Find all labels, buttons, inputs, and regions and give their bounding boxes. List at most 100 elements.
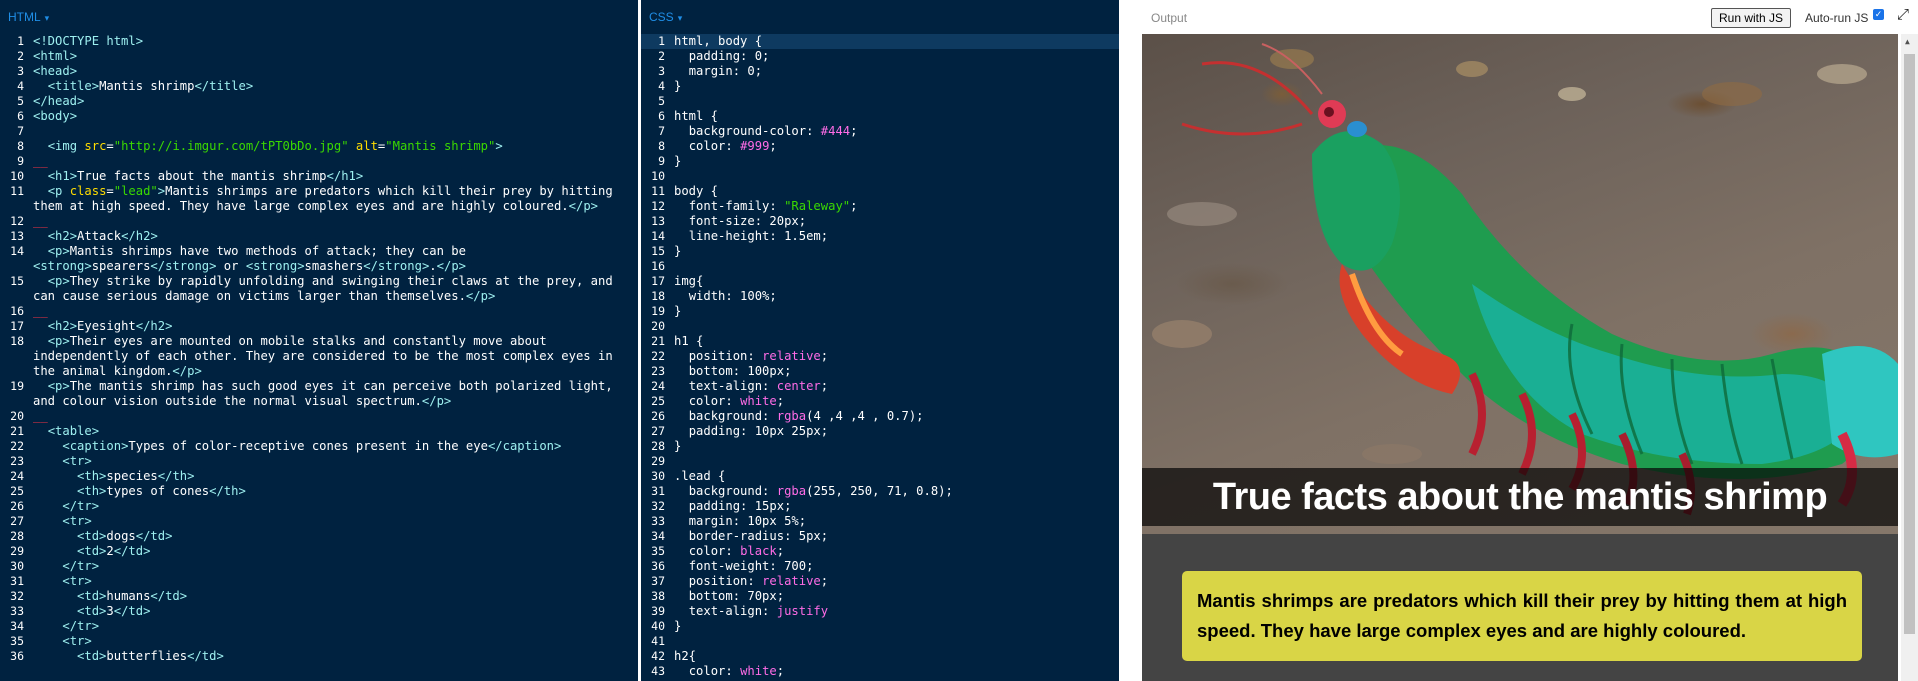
code-text[interactable]: <p>They strike by rapidly unfolding and … <box>24 274 638 304</box>
code-text[interactable]: <p class="lead">Mantis shrimps are preda… <box>24 184 638 214</box>
code-text[interactable]: <body> <box>24 109 638 124</box>
code-text[interactable]: position: relative; <box>665 349 1119 364</box>
code-text[interactable]: h1 { <box>665 334 1119 349</box>
code-line[interactable]: 27 padding: 10px 25px; <box>641 424 1119 439</box>
code-line[interactable]: 17 <h2>Eyesight</h2> <box>0 319 638 334</box>
code-text[interactable]: h2{ <box>665 649 1119 664</box>
code-line[interactable]: 33 <td>3</td> <box>0 604 638 619</box>
code-text[interactable]: </head> <box>24 94 638 109</box>
code-line[interactable]: 23 bottom: 100px; <box>641 364 1119 379</box>
code-text[interactable]: <html> <box>24 49 638 64</box>
code-line[interactable]: 29 <box>641 454 1119 469</box>
code-line[interactable]: 24 <th>species</th> <box>0 469 638 484</box>
code-line[interactable]: 30 </tr> <box>0 559 638 574</box>
code-line[interactable]: 13 <h2>Attack</h2> <box>0 229 638 244</box>
code-line[interactable]: 19} <box>641 304 1119 319</box>
code-text[interactable]: <tr> <box>24 574 638 589</box>
code-line[interactable]: 42 h2{ <box>641 649 1119 664</box>
code-line[interactable]: 16 __ <box>0 304 638 319</box>
code-text[interactable]: color: white; <box>665 394 1119 409</box>
code-text[interactable]: padding: 0; <box>665 49 1119 64</box>
code-line[interactable]: 28 <td>dogs</td> <box>0 529 638 544</box>
code-line[interactable]: 2 <html> <box>0 49 638 64</box>
html-panel-header[interactable]: HTML ▾ <box>0 0 638 34</box>
code-text[interactable]: </tr> <box>24 559 638 574</box>
code-text[interactable]: <th>types of cones</th> <box>24 484 638 499</box>
code-line[interactable]: 9 __ <box>0 154 638 169</box>
code-text[interactable]: line-height: 1.5em; <box>665 229 1119 244</box>
code-text[interactable] <box>665 319 1119 334</box>
code-text[interactable]: <title>Mantis shrimp</title> <box>24 79 638 94</box>
code-line[interactable]: 34 </tr> <box>0 619 638 634</box>
code-text[interactable] <box>665 259 1119 274</box>
code-line[interactable]: 21 <table> <box>0 424 638 439</box>
code-line[interactable]: 30 .lead { <box>641 469 1119 484</box>
code-text[interactable]: .lead { <box>665 469 1119 484</box>
code-text[interactable]: </tr> <box>24 619 638 634</box>
html-panel-label[interactable]: HTML <box>8 10 41 24</box>
code-text[interactable] <box>665 454 1119 469</box>
code-text[interactable]: __ <box>24 214 638 229</box>
code-text[interactable]: <th>species</th> <box>24 469 638 484</box>
code-text[interactable]: border-radius: 5px; <box>665 529 1119 544</box>
code-line[interactable]: 9} <box>641 154 1119 169</box>
code-line[interactable]: 37 position: relative; <box>641 574 1119 589</box>
code-text[interactable]: <td>butterflies</td> <box>24 649 638 664</box>
code-text[interactable]: text-align: justify <box>665 604 1119 619</box>
scrollbar-thumb[interactable] <box>1904 54 1915 634</box>
code-line[interactable]: 35 color: black; <box>641 544 1119 559</box>
code-text[interactable]: <p>The mantis shrimp has such good eyes … <box>24 379 638 409</box>
code-line[interactable]: 41 <box>641 634 1119 649</box>
code-text[interactable]: bottom: 100px; <box>665 364 1119 379</box>
code-line[interactable]: 31 <tr> <box>0 574 638 589</box>
code-text[interactable]: <head> <box>24 64 638 79</box>
code-line[interactable]: 8 color: #999; <box>641 139 1119 154</box>
code-text[interactable]: bottom: 70px; <box>665 589 1119 604</box>
code-text[interactable]: margin: 0; <box>665 64 1119 79</box>
code-text[interactable]: <tr> <box>24 514 638 529</box>
code-line[interactable]: 1 html, body { <box>641 34 1119 49</box>
code-text[interactable]: color: black; <box>665 544 1119 559</box>
code-text[interactable]: </tr> <box>24 499 638 514</box>
code-text[interactable]: <!DOCTYPE html> <box>24 34 638 49</box>
code-line[interactable]: 26 background: rgba(4 ,4 ,4 , 0.7); <box>641 409 1119 424</box>
code-line[interactable]: 38 bottom: 70px; <box>641 589 1119 604</box>
code-text[interactable]: <td>3</td> <box>24 604 638 619</box>
code-text[interactable]: __ <box>24 304 638 319</box>
code-text[interactable]: <td>humans</td> <box>24 589 638 604</box>
code-text[interactable]: padding: 15px; <box>665 499 1119 514</box>
code-line[interactable]: 7 background-color: #444; <box>641 124 1119 139</box>
code-line[interactable]: 22 position: relative; <box>641 349 1119 364</box>
code-text[interactable]: __ <box>24 154 638 169</box>
code-line[interactable]: 29 <td>2</td> <box>0 544 638 559</box>
code-line[interactable]: 10 <h1>True facts about the mantis shrim… <box>0 169 638 184</box>
code-text[interactable]: } <box>665 439 1119 454</box>
code-text[interactable]: } <box>665 244 1119 259</box>
code-text[interactable]: html { <box>665 109 1119 124</box>
code-line[interactable]: 33 margin: 10px 5%; <box>641 514 1119 529</box>
code-line[interactable]: 28} <box>641 439 1119 454</box>
code-text[interactable]: <p>Mantis shrimps have two methods of at… <box>24 244 638 274</box>
code-text[interactable] <box>24 124 638 139</box>
code-text[interactable]: <td>2</td> <box>24 544 638 559</box>
code-line[interactable]: 18 <p>Their eyes are mounted on mobile s… <box>0 334 638 379</box>
code-text[interactable]: img{ <box>665 274 1119 289</box>
code-line[interactable]: 14 line-height: 1.5em; <box>641 229 1119 244</box>
code-text[interactable]: } <box>665 619 1119 634</box>
code-line[interactable]: 4} <box>641 79 1119 94</box>
code-text[interactable]: <p>Their eyes are mounted on mobile stal… <box>24 334 638 379</box>
code-line[interactable]: 36 <td>butterflies</td> <box>0 649 638 664</box>
code-line[interactable]: 34 border-radius: 5px; <box>641 529 1119 544</box>
code-text[interactable]: } <box>665 79 1119 94</box>
code-line[interactable]: 23 <tr> <box>0 454 638 469</box>
run-with-js-button[interactable]: Run with JS <box>1711 8 1792 28</box>
code-line[interactable]: 40} <box>641 619 1119 634</box>
code-text[interactable]: color: white; <box>665 664 1119 679</box>
expand-icon[interactable]: ⤢ <box>1897 6 1909 23</box>
code-text[interactable]: <caption>Types of color-receptive cones … <box>24 439 638 454</box>
code-line[interactable]: 16 <box>641 259 1119 274</box>
code-line[interactable]: 13 font-size: 20px; <box>641 214 1119 229</box>
code-line[interactable]: 10 <box>641 169 1119 184</box>
code-line[interactable]: 43 color: white; <box>641 664 1119 679</box>
code-line[interactable]: 3 margin: 0; <box>641 64 1119 79</box>
